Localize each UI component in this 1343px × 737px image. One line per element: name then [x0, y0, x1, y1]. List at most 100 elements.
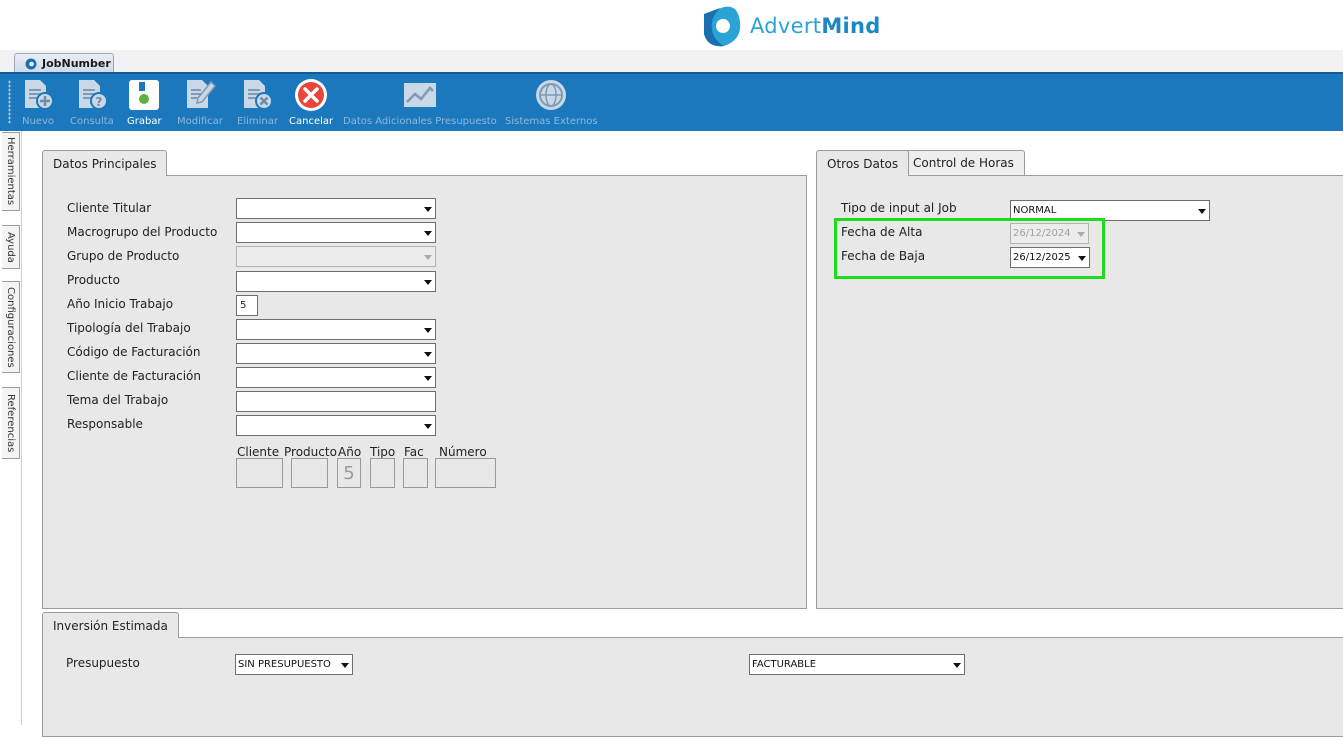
cliente-titular-label: Cliente Titular	[67, 201, 152, 215]
app-tab-icon	[25, 58, 37, 69]
chevron-down-icon	[424, 280, 432, 285]
tema-trabajo-label: Tema del Trabajo	[67, 393, 169, 407]
side-tab-ayuda[interactable]: Ayuda	[2, 225, 20, 269]
chevron-down-icon	[424, 424, 432, 429]
code-cliente-box	[236, 458, 283, 488]
label-text: Otros Datos	[827, 156, 899, 171]
toolbar-button-label: Modificar	[177, 116, 223, 127]
label-text: NORMAL	[1013, 205, 1057, 216]
chevron-down-icon	[424, 352, 432, 357]
producto-label: Producto	[67, 273, 120, 287]
otros-datos-panel: Tipo de input al Job NORMAL Fecha de Alt…	[816, 175, 1343, 609]
toolbar-button-label: Cancelar	[289, 116, 334, 127]
label-text: Referencias	[5, 393, 16, 453]
modificar-button[interactable]: Modificar	[177, 78, 223, 130]
chart-icon	[345, 78, 495, 112]
chevron-down-icon	[424, 328, 432, 333]
code-producto-label: Producto	[284, 445, 337, 459]
label-text: 26/12/2025	[1013, 252, 1071, 263]
tab-otros-datos[interactable]: Otros Datos	[816, 150, 910, 176]
tab-jobnumber-label: JobNumber	[42, 57, 111, 70]
tema-trabajo-input[interactable]	[236, 391, 436, 412]
label-text: Herramientas	[5, 137, 16, 206]
chevron-down-icon	[424, 231, 432, 236]
grupo-producto-select[interactable]	[236, 246, 436, 267]
codigo-facturacion-label: Código de Facturación	[67, 345, 201, 359]
cliente-facturacion-select[interactable]	[236, 367, 436, 388]
presupuesto-label: Presupuesto	[66, 656, 140, 670]
code-anio-label: Año	[338, 445, 362, 459]
grabar-button[interactable]: Grabar	[127, 78, 162, 130]
save-icon	[127, 78, 161, 112]
code-numero-box	[435, 458, 496, 488]
cancelar-button[interactable]: Cancelar	[289, 78, 333, 130]
tipologia-label: Tipología del Trabajo	[67, 321, 191, 335]
chevron-down-icon	[424, 207, 432, 212]
responsable-select[interactable]	[236, 415, 436, 436]
datos-principales-panel: Cliente Titular Macrogrupo del Producto …	[42, 175, 807, 609]
consulta-button[interactable]: ? Consulta	[70, 78, 114, 130]
macrogrupo-select[interactable]	[236, 222, 436, 243]
app-header: AdvertMind	[0, 0, 1343, 50]
label-text: Ayuda	[5, 231, 16, 263]
label-text: Configuraciones	[5, 286, 16, 368]
tipologia-select[interactable]	[236, 319, 436, 340]
code-anio-box: 5	[337, 458, 361, 488]
tipo-input-select[interactable]: NORMAL	[1010, 200, 1210, 221]
responsable-label: Responsable	[67, 417, 143, 431]
fecha-baja-label: Fecha de Baja	[841, 249, 926, 263]
cancel-icon	[294, 78, 328, 112]
label-text: Inversión Estimada	[53, 618, 168, 633]
toolbar-button-label: Consulta	[70, 116, 114, 127]
code-cliente-label: Cliente	[237, 445, 280, 459]
tab-jobnumber[interactable]: JobNumber	[14, 53, 114, 73]
anio-inicio-label: Año Inicio Trabajo	[67, 297, 174, 311]
advertmind-logo: AdvertMind	[698, 4, 881, 48]
fecha-baja-datepicker[interactable]: 26/12/2025	[1010, 247, 1090, 268]
code-fac-box	[403, 458, 428, 488]
globe-icon	[506, 78, 596, 112]
nuevo-button[interactable]: Nuevo	[21, 78, 55, 130]
fecha-alta-datepicker[interactable]: 26/12/2024	[1010, 223, 1089, 244]
anio-inicio-input[interactable]: 5	[236, 295, 258, 316]
code-tipo-box	[370, 458, 395, 488]
tab-control-de-horas[interactable]: Control de Horas	[902, 150, 1025, 175]
chevron-down-icon	[1198, 209, 1206, 214]
inversion-estimada-panel: Presupuesto SIN PRESUPUESTO FACTURABLE	[42, 637, 1343, 737]
tab-datos-principales[interactable]: Datos Principales	[42, 150, 168, 176]
chevron-down-icon	[953, 663, 961, 668]
presupuesto-select[interactable]: SIN PRESUPUESTO	[235, 654, 353, 675]
main-content: Datos Principales Cliente Titular Macrog…	[23, 131, 1343, 737]
toolbar: Nuevo ? Consulta Grabar Modificar Elimin…	[0, 72, 1343, 131]
codigo-facturacion-select[interactable]	[236, 343, 436, 364]
cliente-facturacion-label: Cliente de Facturación	[67, 369, 201, 383]
cliente-titular-select[interactable]	[236, 198, 436, 219]
sistemas-externos-button[interactable]: Sistemas Externos	[505, 78, 598, 130]
producto-select[interactable]	[236, 271, 436, 292]
label-text: SIN PRESUPUESTO	[238, 659, 331, 670]
delete-document-icon	[240, 78, 274, 112]
macrogrupo-label: Macrogrupo del Producto	[67, 225, 218, 239]
code-tipo-label: Tipo	[370, 445, 396, 459]
code-numero-label: Número	[439, 445, 487, 459]
brand-name: AdvertMind	[750, 14, 881, 38]
advertmind-logo-icon	[704, 6, 741, 47]
side-rail: Herramientas Ayuda Configuraciones Refer…	[0, 131, 22, 725]
fecha-alta-label: Fecha de Alta	[841, 225, 923, 239]
side-tab-herramientas[interactable]: Herramientas	[2, 132, 20, 211]
side-tab-configuraciones[interactable]: Configuraciones	[2, 281, 20, 373]
datos-adicionales-presupuesto-button[interactable]: Datos Adicionales Presupuesto	[343, 78, 497, 130]
toolbar-grip[interactable]	[8, 80, 11, 124]
facturable-select[interactable]: FACTURABLE	[749, 654, 965, 675]
chevron-down-icon	[1078, 256, 1086, 261]
svg-text:?: ?	[95, 95, 102, 109]
chevron-down-icon	[341, 663, 349, 668]
tab-inversion-estimada[interactable]: Inversión Estimada	[42, 612, 179, 638]
eliminar-button[interactable]: Eliminar	[237, 78, 278, 130]
chevron-down-icon	[1077, 232, 1085, 237]
side-tab-referencias[interactable]: Referencias	[2, 387, 20, 459]
new-document-icon	[21, 78, 55, 112]
code-producto-box	[291, 458, 328, 488]
toolbar-button-label: Eliminar	[237, 116, 278, 127]
label-text: Control de Horas	[913, 156, 1014, 170]
